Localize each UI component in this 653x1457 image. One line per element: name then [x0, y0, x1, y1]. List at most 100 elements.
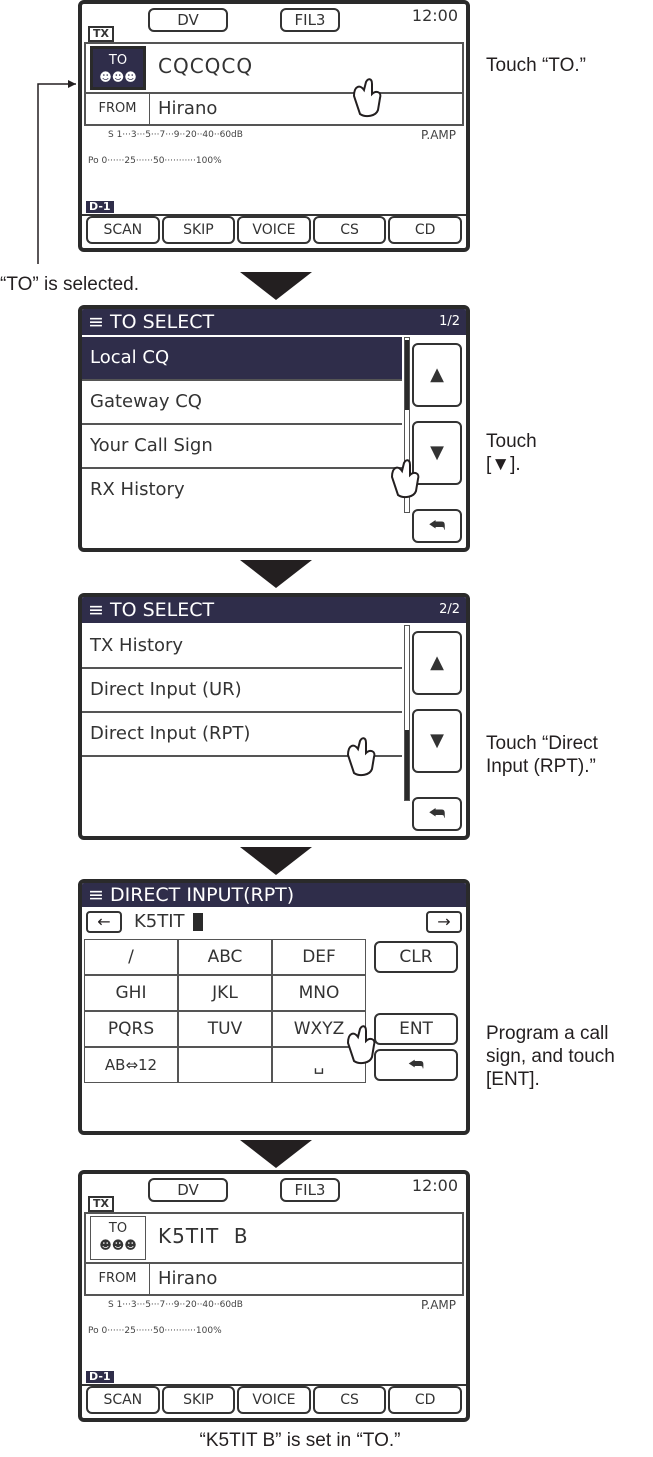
back-button[interactable]: ⮪: [412, 509, 462, 543]
to-value: CQCQCQ: [158, 54, 254, 78]
note-touch-direct-input: Touch “Direct Input (RPT).”: [486, 733, 598, 777]
from-row: FROM Hirano: [84, 1264, 464, 1296]
input-row: ← K5TIT →: [82, 909, 466, 935]
input-title: DIRECT INPUT(RPT): [109, 884, 295, 906]
text-cursor: [192, 913, 203, 931]
to-label: TO: [108, 53, 128, 68]
to-row[interactable]: TO ☻☻☻ K5TIT B: [84, 1212, 464, 1264]
menu-icon: ≡: [88, 599, 104, 621]
scan-button[interactable]: SCAN: [86, 216, 160, 244]
note-final: “K5TIT B” is set in “TO.”: [199, 1430, 401, 1451]
cs-button[interactable]: CS: [312, 1386, 387, 1414]
s-meter-scale: S 1···3···5···7···9··20··40··60dB: [108, 1300, 243, 1310]
to-row[interactable]: TO ☻☻☻ CQCQCQ: [84, 42, 464, 94]
key-mode-toggle[interactable]: AB⇔12: [84, 1047, 178, 1083]
mode-chip[interactable]: DV: [148, 8, 228, 32]
list-title-bar: ≡ TO SELECT 2/2: [82, 597, 466, 623]
scroll-thumb[interactable]: [405, 340, 409, 410]
po-meter-scale: Po 0······25······50···········100%: [88, 1326, 222, 1336]
scroll-thumb[interactable]: [405, 730, 409, 800]
list-scrollbar[interactable]: [404, 625, 410, 801]
list-item-direct-input-ur[interactable]: Direct Input (UR): [82, 669, 402, 713]
cd-button[interactable]: CD: [388, 216, 462, 244]
callsign-input[interactable]: K5TIT: [134, 911, 203, 932]
key-blank: [178, 1047, 272, 1083]
cursor-right-button[interactable]: →: [426, 911, 462, 933]
voice-button[interactable]: VOICE: [237, 216, 311, 244]
list-item-gateway-cq[interactable]: Gateway CQ: [82, 381, 402, 425]
to-select-screen-1: ≡ TO SELECT 1/2 Local CQ Gateway CQ Your…: [78, 305, 470, 552]
key-def[interactable]: DEF: [272, 939, 366, 975]
main-screen-before: DV FIL3 12:00 TX TO ☻☻☻ CQCQCQ FROM Hira…: [78, 0, 470, 252]
enter-button[interactable]: ENT: [374, 1013, 458, 1045]
direct-input-screen: ≡ DIRECT INPUT(RPT) ← K5TIT → / ABC DEF …: [78, 879, 470, 1135]
from-value: Hirano: [158, 1268, 218, 1289]
tx-indicator: TX: [88, 26, 114, 42]
callsign-value: K5TIT: [134, 911, 185, 932]
memory-channel: D-1: [86, 1371, 114, 1383]
key-mno[interactable]: MNO: [272, 975, 366, 1011]
cursor-left-button[interactable]: ←: [86, 911, 122, 933]
cs-button[interactable]: CS: [312, 216, 387, 244]
key-slash[interactable]: /: [84, 939, 178, 975]
selection-pointer: [37, 80, 76, 264]
list-title-bar: ≡ DIRECT INPUT(RPT): [82, 883, 466, 907]
back-button[interactable]: ⮪: [374, 1049, 458, 1081]
tx-indicator: TX: [88, 1196, 114, 1212]
po-meter-scale: Po 0······25······50···········100%: [88, 156, 222, 166]
list-item-your-call-sign[interactable]: Your Call Sign: [82, 425, 402, 469]
people-icon: ☻☻☻: [99, 70, 137, 84]
touch-hand-icon: [352, 78, 382, 118]
to-list: Local CQ Gateway CQ Your Call Sign RX Hi…: [82, 337, 402, 513]
menu-icon: ≡: [88, 884, 104, 906]
back-button[interactable]: ⮪: [412, 797, 462, 831]
key-jkl[interactable]: JKL: [178, 975, 272, 1011]
clock: 12:00: [411, 6, 458, 25]
list-item-tx-history[interactable]: TX History: [82, 625, 402, 669]
key-tuv[interactable]: TUV: [178, 1011, 272, 1047]
softkey-bar: SCAN SKIP VOICE CS CD: [86, 1386, 462, 1414]
key-ghi[interactable]: GHI: [84, 975, 178, 1011]
voice-button[interactable]: VOICE: [237, 1386, 311, 1414]
memory-channel: D-1: [86, 201, 114, 213]
mode-chip[interactable]: DV: [148, 1178, 228, 1202]
skip-button[interactable]: SKIP: [161, 216, 236, 244]
touch-hand-icon: [346, 737, 376, 777]
scan-button[interactable]: SCAN: [86, 1386, 160, 1414]
s-meter-scale: S 1···3···5···7···9··20··40··60dB: [108, 130, 243, 140]
note-to-selected: “TO” is selected.: [0, 274, 140, 295]
scroll-up-button[interactable]: ▲: [412, 631, 462, 695]
list-title-bar: ≡ TO SELECT 1/2: [82, 309, 466, 335]
to-select-screen-2: ≡ TO SELECT 2/2 TX History Direct Input …: [78, 593, 470, 840]
pamp-indicator: P.AMP: [421, 128, 456, 142]
clear-button[interactable]: CLR: [374, 941, 458, 973]
from-label: FROM: [86, 94, 150, 124]
to-value: K5TIT B: [158, 1224, 249, 1248]
to-button[interactable]: TO ☻☻☻: [90, 46, 146, 90]
note-program-callsign: Program a call sign, and touch [ENT].: [486, 1023, 615, 1090]
menu-icon: ≡: [88, 311, 104, 333]
pamp-indicator: P.AMP: [421, 1298, 456, 1312]
filter-chip[interactable]: FIL3: [280, 1178, 340, 1202]
from-label: FROM: [86, 1264, 150, 1294]
main-screen-after: DV FIL3 12:00 TX TO ☻☻☻ K5TIT B FROM Hir…: [78, 1170, 470, 1422]
to-button[interactable]: TO ☻☻☻: [90, 1216, 146, 1260]
list-item-local-cq[interactable]: Local CQ: [82, 337, 402, 381]
page-indicator: 1/2: [439, 314, 460, 329]
clock: 12:00: [411, 1176, 458, 1195]
from-row: FROM Hirano: [84, 94, 464, 126]
key-pqrs[interactable]: PQRS: [84, 1011, 178, 1047]
key-abc[interactable]: ABC: [178, 939, 272, 975]
cd-button[interactable]: CD: [388, 1386, 462, 1414]
step-arrow-4: [240, 1140, 312, 1168]
scroll-up-button[interactable]: ▲: [412, 343, 462, 407]
filter-chip[interactable]: FIL3: [280, 8, 340, 32]
skip-button[interactable]: SKIP: [161, 1386, 236, 1414]
page-indicator: 2/2: [439, 602, 460, 617]
touch-hand-icon: [390, 459, 420, 499]
touch-hand-icon: [346, 1025, 376, 1065]
note-touch-down: Touch [▼].: [486, 431, 537, 475]
scroll-down-button[interactable]: ▼: [412, 709, 462, 773]
people-icon: ☻☻☻: [99, 1238, 137, 1252]
list-item-rx-history[interactable]: RX History: [82, 469, 402, 513]
